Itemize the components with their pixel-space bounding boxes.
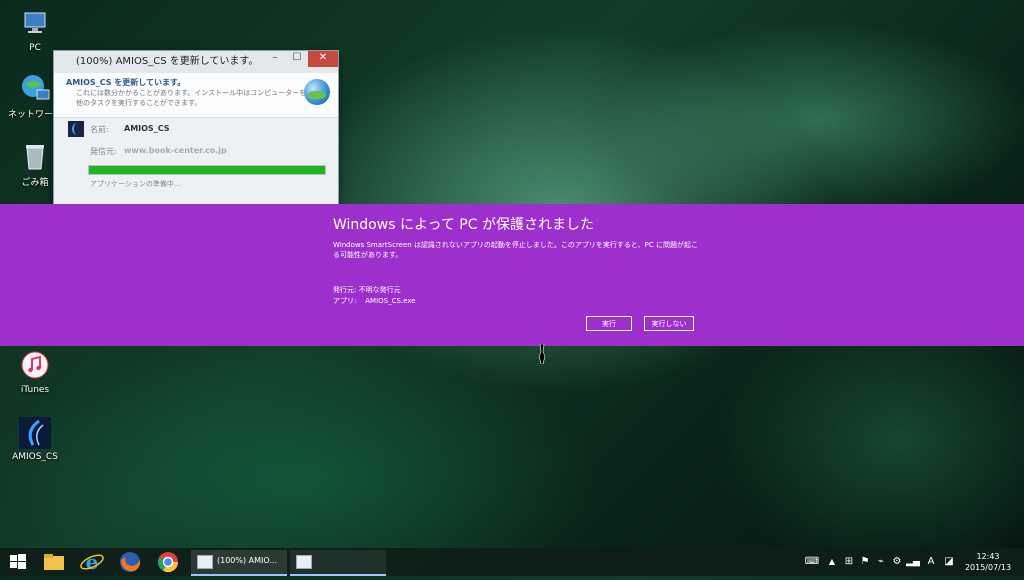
show-hidden-icons-button[interactable]: ▲ (826, 548, 838, 576)
installer-header-title: AMIOS_CS を更新しています。 (66, 78, 186, 87)
chrome-button[interactable] (154, 548, 182, 576)
windows-logo-icon (10, 554, 26, 569)
computer-icon (19, 8, 51, 40)
firefox-icon (120, 552, 141, 572)
app-info: アプリ: AMIOS_CS.exe (333, 296, 416, 306)
dont-run-button[interactable]: 実行しない (644, 316, 694, 331)
clock-time: 12:43 (976, 552, 1000, 561)
installer-title: (100%) AMIOS_CS を更新しています。 (76, 56, 259, 67)
smartscreen-title: Windows によって PC が保護されました (333, 217, 594, 233)
maximize-button[interactable]: ☐ (286, 51, 308, 67)
mouse-cursor-icon (538, 343, 546, 365)
desktop-icon-amios-cs[interactable]: AMIOS_CS (3, 417, 67, 462)
system-clock[interactable]: 12:43 2015/07/13 (958, 551, 1018, 573)
amios-app-icon (19, 417, 51, 449)
desktop-icon-label: PC (29, 43, 41, 53)
clock-date: 2015/07/13 (964, 563, 1012, 572)
action-center-flag-icon[interactable]: ⚑ (858, 548, 872, 576)
touch-keyboard-icon[interactable]: ⌨ (800, 548, 824, 576)
taskbar: e (100%) AMIO... ⌨ ▲ ⊞ ⚑ ⌁ ⚙ ▂▄ A ◪ 12:4… (0, 548, 1024, 576)
app-label: アプリ: (333, 297, 357, 305)
name-value: AMIOS_CS (124, 124, 170, 133)
publisher-row: 発信元: www.book-center.co.jp (54, 146, 338, 164)
installer-header: AMIOS_CS を更新しています。 これには数分かかることがあります。インスト… (54, 73, 338, 118)
publisher-value: www.book-center.co.jp (124, 146, 227, 155)
folder-icon (44, 554, 64, 570)
power-icon[interactable]: ⌁ (874, 548, 888, 576)
taskbar-window-label: (100%) AMIO... (217, 556, 277, 565)
name-label: 名前: (90, 125, 109, 134)
settings-sync-icon[interactable]: ⚙ (890, 548, 904, 576)
installer-title-bar[interactable]: (100%) AMIOS_CS を更新しています。 – ☐ ✕ (54, 51, 338, 73)
recycle-bin-icon (19, 140, 51, 172)
ime-pad-icon[interactable]: ◪ (942, 548, 956, 576)
progress-fill (89, 166, 325, 174)
desktop-icon-label: ごみ箱 (21, 178, 49, 188)
smartscreen-description: Windows SmartScreen は認識されないアプリの起動を停止しました… (333, 241, 698, 259)
publisher-info: 発行元: 不明な発行元 (333, 285, 401, 295)
installer-header-line2: 他のタスクを実行することができます。 (76, 99, 202, 107)
desktop-icon-label: AMIOS_CS (12, 452, 58, 462)
install-progress-bar (88, 165, 326, 175)
installer-header-line1: これには数分かかることがあります。インストール中はコンピューターを使って (76, 89, 327, 97)
desktop-icon-label: iTunes (20, 385, 50, 395)
ime-mode-indicator[interactable]: A (924, 548, 938, 576)
windows-update-icon[interactable]: ⊞ (842, 548, 856, 576)
minimize-button[interactable]: – (264, 51, 286, 67)
firefox-button[interactable] (116, 548, 144, 576)
desktop-icon-pc[interactable]: PC (3, 8, 67, 53)
publisher-label: 発信元: (90, 147, 117, 156)
taskbar-window-smartscreen[interactable] (290, 550, 386, 576)
taskbar-window-installer[interactable]: (100%) AMIO... (191, 550, 287, 576)
smartscreen-window-icon (296, 555, 312, 569)
publisher-label: 発行元: (333, 286, 357, 294)
run-button[interactable]: 実行 (586, 316, 632, 331)
desktop-icon-itunes[interactable]: iTunes (3, 350, 67, 395)
svg-text:e: e (86, 550, 99, 574)
close-button[interactable]: ✕ (308, 51, 338, 67)
installer-window[interactable]: (100%) AMIOS_CS を更新しています。 – ☐ ✕ AMIOS_CS… (53, 50, 339, 206)
itunes-icon (19, 350, 51, 382)
install-status: アプリケーションの準備中... (90, 180, 181, 188)
installer-window-icon (197, 555, 213, 569)
app-value: AMIOS_CS.exe (365, 297, 416, 305)
chrome-icon (157, 552, 179, 573)
name-row: 名前: AMIOS_CS (54, 124, 338, 142)
smartscreen-dialog: Windows によって PC が保護されました Windows SmartSc… (0, 204, 1024, 346)
network-icon (19, 72, 51, 104)
wifi-signal-icon[interactable]: ▂▄ (906, 548, 920, 576)
internet-explorer-icon: e (80, 550, 104, 574)
file-explorer-button[interactable] (40, 548, 68, 576)
publisher-value: 不明な発行元 (358, 286, 401, 294)
start-button[interactable] (4, 548, 32, 576)
globe-icon (304, 79, 330, 105)
internet-explorer-button[interactable]: e (78, 548, 106, 576)
